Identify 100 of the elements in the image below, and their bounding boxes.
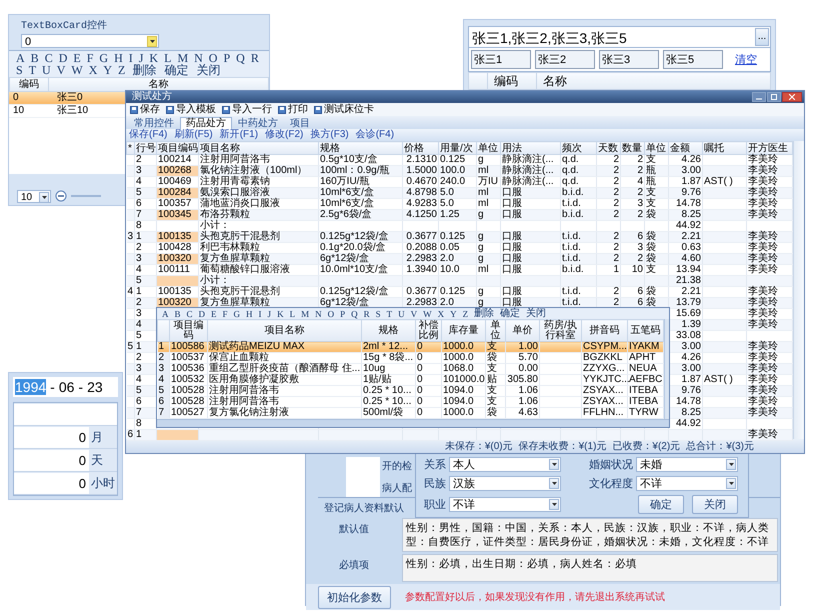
field-label: 开的检 <box>382 460 412 473</box>
field-label: 病人配 <box>382 482 412 495</box>
table-cell: 测试药品MEIZU MAX <box>208 342 362 352</box>
field-label: 职业 <box>424 498 446 512</box>
date-part: - <box>50 379 55 395</box>
table-cell: 布洛芬颗粒 <box>198 210 318 220</box>
date-part: 1994 <box>15 379 46 395</box>
row-number: 3 <box>158 364 170 374</box>
column-header: 金额 <box>668 142 702 154</box>
table-cell: 李美玲 <box>746 364 792 374</box>
table-cell: 李美玲 <box>746 386 792 396</box>
table-cell: 李美玲 <box>746 408 792 418</box>
field-label: 婚姻状况 <box>589 458 633 472</box>
column-header: 五笔码 <box>628 320 664 342</box>
table-cell: 支 <box>486 364 506 374</box>
column-header: 数量 <box>620 142 644 154</box>
unit-label: 月 <box>90 428 104 446</box>
table-cell: 支 <box>486 396 506 408</box>
column-header: 项目名称 <box>208 320 362 342</box>
column-header: 单位 <box>486 320 506 342</box>
table-cell: 0.00 <box>506 364 540 374</box>
status-text: 未保存：¥(0)元 <box>444 440 513 453</box>
row-number: 7 <box>158 408 170 418</box>
warning-text: 参数配置好以后，如果发现没有作用，请先退出系统再试试 <box>405 590 665 604</box>
table-cell: 100528 <box>170 386 208 396</box>
table-cell: 10ml*6支/盒 <box>318 188 402 198</box>
row-number: 5 <box>158 386 170 396</box>
table-cell-text: 张三0 <box>56 92 83 104</box>
column-header: 编码 <box>488 73 537 89</box>
table-cell: 李美玲 <box>746 232 792 242</box>
table-cell: 15g * 8袋... <box>362 352 416 364</box>
table-cell: 注射用阿昔洛韦 <box>208 396 362 408</box>
column-header: 名称 <box>148 78 170 90</box>
table-cell: ZSYAX... <box>582 396 628 408</box>
table-cell: 100ml：0.9g/瓶 <box>318 166 402 176</box>
date-part: - <box>78 379 84 395</box>
table-cell: 0 <box>416 364 442 374</box>
table-cell: 0.125g*12袋/盒 <box>318 232 402 242</box>
table-cell: 0 <box>416 374 442 386</box>
column-header: 规格 <box>318 142 402 154</box>
column-header: 药房/执行科室 <box>540 320 582 342</box>
table-cell: 1.06 <box>506 386 540 396</box>
table-cell: 0.25 * 10... <box>362 396 416 408</box>
table-cell: 0 <box>416 386 442 396</box>
column-header: * <box>126 142 134 154</box>
field-label: 默认值 <box>338 523 370 536</box>
table-cell: 袋 <box>486 352 506 364</box>
table-cell: 贴 <box>486 374 506 386</box>
column-header: 单位 <box>476 142 500 154</box>
table-cell-text: 0 <box>12 92 20 104</box>
group-number: 3 <box>126 232 134 242</box>
column-header: 行号 <box>134 142 156 154</box>
table-cell: 0.25 * 10... <box>362 386 416 396</box>
window-title: 测试处方 <box>132 91 172 103</box>
table-cell: 口服 <box>500 254 560 264</box>
column-header: 补偿比例 <box>416 320 442 342</box>
section-label: 登记病人资料默认 <box>324 503 404 514</box>
column-header: 单价 <box>506 320 540 342</box>
field-label: 关系 <box>424 458 446 472</box>
table-cell: 10ug <box>362 364 416 374</box>
table-cell: 李美玲 <box>746 320 792 330</box>
row-number: 6 <box>158 396 170 408</box>
table-cell: 瓶 <box>644 166 668 176</box>
table-cell: 医用角膜修护凝胶敷 <box>208 374 362 386</box>
table-cell: 1094.0 <box>442 386 486 396</box>
table-cell: 注射用阿昔洛韦 <box>208 386 362 396</box>
table-cell: ZSYAX... <box>582 386 628 396</box>
table-cell: 1000.0 <box>442 352 486 364</box>
table-cell: 支 <box>486 386 506 396</box>
group-number: 5 <box>126 342 134 352</box>
table-cell: 305.80 <box>506 374 540 386</box>
table-cell: 氨溴索口服溶液 <box>198 188 318 198</box>
table-cell: 李美玲 <box>746 298 792 308</box>
table-cell: 头孢克肟干混悬剂 <box>198 232 318 242</box>
table-cell: 101000.0 <box>442 374 486 386</box>
field-label: 文化程度 <box>589 476 633 491</box>
column-header: 用法 <box>500 142 560 154</box>
column-header: 编码 <box>10 78 49 91</box>
status-text: 总合计：¥(3)元 <box>686 440 754 453</box>
date-part: 23 <box>87 379 103 395</box>
table-cell: 李美玲 <box>746 342 792 352</box>
column-header: 嘱托 <box>702 142 746 154</box>
table-cell: 复方鱼腥草颗粒 <box>198 254 318 264</box>
table-cell: 口服 <box>500 210 560 220</box>
table-cell: 李美玲 <box>746 430 792 440</box>
column-header: 拼音码 <box>582 320 628 342</box>
column-header: 单位 <box>644 142 668 154</box>
column-header: 用量/次 <box>438 142 476 154</box>
column-header: 天数 <box>596 142 620 154</box>
column-header: 项目名称 <box>198 142 318 154</box>
status-text: 保存未收费：¥(1)元 <box>518 440 606 453</box>
row-number: 4 <box>158 374 170 386</box>
table-cell: 李美玲 <box>746 210 792 220</box>
date-part: 06 <box>58 379 74 395</box>
table-cell-text: 10 <box>12 105 26 117</box>
table-cell: 1068.0 <box>442 364 486 374</box>
table-cell: 静脉滴注(... <box>500 166 560 176</box>
table-cell: 1.06 <box>506 396 540 408</box>
table-cell: 重组乙型肝炎疫苗（酿酒酵母 住... <box>208 364 362 374</box>
table-cell: 0 <box>416 352 442 364</box>
